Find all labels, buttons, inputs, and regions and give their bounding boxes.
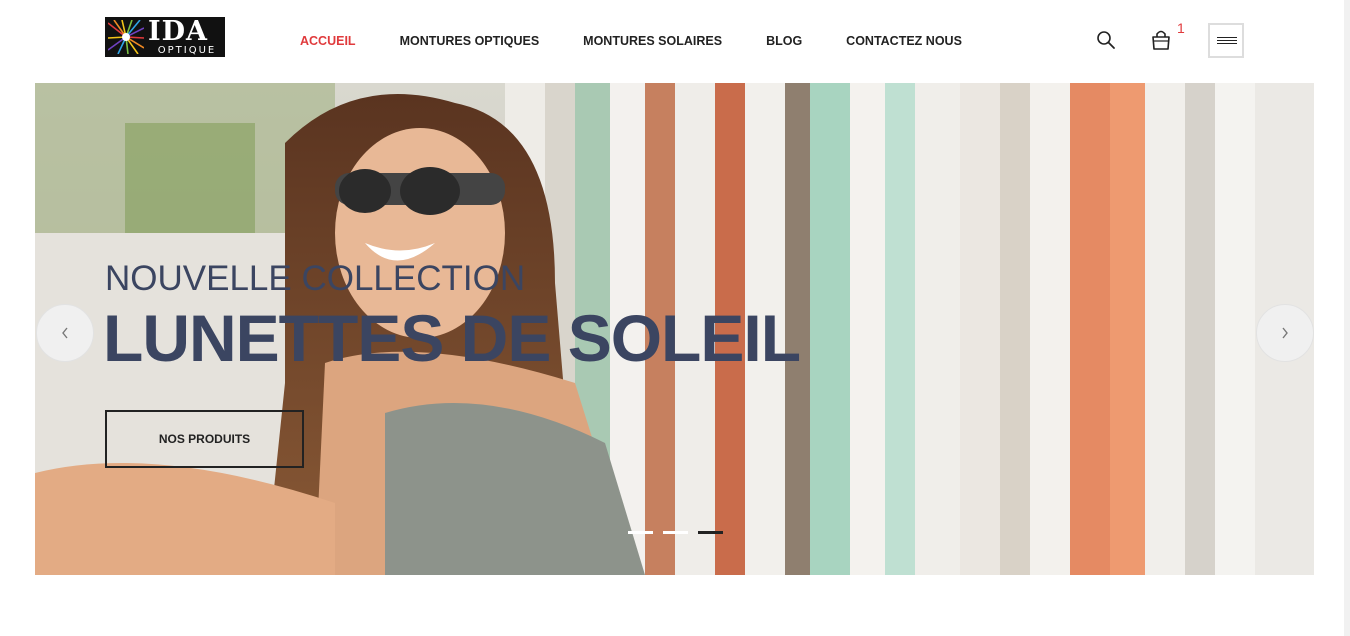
hamburger-menu-icon [1217,37,1237,38]
chevron-left-icon [62,327,68,339]
slider-prev-button[interactable] [36,304,94,362]
logo-subtitle: OPTIQUE [148,45,224,56]
nav-item-montures-solaires[interactable]: MONTURES SOLAIRES [583,33,722,49]
hero-eyebrow: NOUVELLE COLLECTION [105,259,526,298]
search-icon[interactable] [1096,30,1116,50]
logo-wordmark: IDA [148,17,208,47]
slider-dot-2[interactable] [663,531,688,534]
site-header: IDA OPTIQUE ACCUEIL MONTURES OPTIQUES MO… [0,0,1344,82]
nav-item-blog[interactable]: BLOG [766,33,802,49]
slider-next-button[interactable] [1256,304,1314,362]
page-scrollbar[interactable] [1344,0,1350,636]
cart-icon[interactable] [1150,29,1172,51]
cart-count-badge: 1 [1177,20,1185,36]
chevron-right-icon [1282,327,1288,339]
nos-produits-button[interactable]: NOS PRODUITS [105,410,304,468]
nav-item-accueil[interactable]: ACCUEIL [300,33,356,49]
hero-slider: NOUVELLE COLLECTION LUNETTES DE SOLEIL N… [35,83,1314,575]
slider-dot-1[interactable] [628,531,653,534]
slider-dot-3[interactable] [698,531,723,534]
site-logo[interactable]: IDA OPTIQUE [105,17,225,57]
nav-item-contactez-nous[interactable]: CONTACTEZ NOUS [846,33,962,49]
slider-pagination [628,531,723,534]
hamburger-menu-button[interactable] [1208,23,1244,58]
hero-title: LUNETTES DE SOLEIL [103,301,801,375]
nav-item-montures-optiques[interactable]: MONTURES OPTIQUES [400,33,540,49]
logo-sunburst-icon [108,20,144,54]
main-navigation: ACCUEIL MONTURES OPTIQUES MONTURES SOLAI… [300,33,1006,49]
